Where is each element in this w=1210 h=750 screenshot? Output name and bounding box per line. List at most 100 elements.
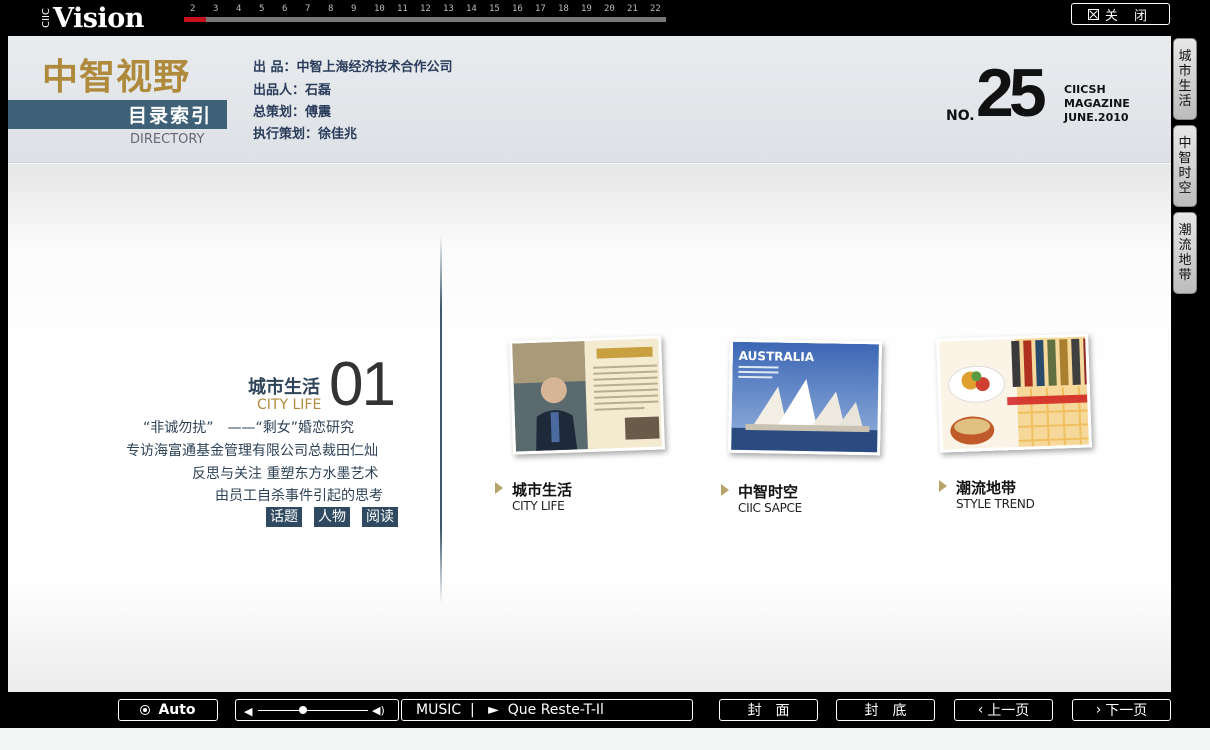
side-tab-city-life[interactable]: 城市生活 bbox=[1173, 38, 1197, 120]
page-number-9[interactable]: 9 bbox=[351, 4, 374, 14]
bottom-strip bbox=[0, 728, 1210, 750]
front-cover-button[interactable]: 封 面 bbox=[719, 699, 818, 721]
logo-ciic: CIIC bbox=[41, 8, 52, 28]
category-city-life[interactable]: 城市生活 CITY LIFE bbox=[495, 479, 595, 519]
vertical-divider bbox=[440, 234, 442, 604]
frame-left bbox=[0, 36, 8, 692]
credit-publisher: 出 品：中智上海经济技术合作公司 bbox=[253, 60, 453, 75]
side-tab-ciic-space[interactable]: 中智时空 bbox=[1173, 125, 1197, 207]
thumb-style-trend[interactable] bbox=[936, 333, 1092, 453]
directory-title-en: DIRECTORY bbox=[130, 132, 205, 147]
chevron-right-icon: › bbox=[1095, 702, 1102, 718]
category-label-en: CITY LIFE bbox=[512, 499, 565, 513]
thumb-style-trend-art bbox=[939, 336, 1092, 453]
thumb-ciic-space-art: AUSTRALIA bbox=[730, 341, 882, 456]
issue-prefix: NO. bbox=[946, 108, 975, 124]
category-label-cn: 城市生活 bbox=[512, 481, 573, 499]
credit-executive-planner: 执行策划：徐佳兆 bbox=[253, 127, 358, 142]
page-number-15[interactable]: 15 bbox=[489, 4, 512, 14]
category-style-trend[interactable]: 潮流地带 STYLE TREND bbox=[939, 477, 1049, 517]
section-title-en: CITY LIFE bbox=[257, 397, 322, 413]
chevron-right-icon bbox=[495, 482, 503, 494]
mag-line-2: MAGAZINE bbox=[1064, 97, 1130, 110]
section-number: 01 bbox=[329, 350, 396, 419]
tag-people[interactable]: 人物 bbox=[314, 507, 350, 527]
category-label-cn: 潮流地带 bbox=[956, 479, 1017, 497]
volume-track[interactable] bbox=[258, 710, 368, 711]
prev-page-label: 上一页 bbox=[987, 703, 1030, 719]
thumb-city-life-art bbox=[512, 338, 665, 455]
volume-slider[interactable]: ◀ ◀) bbox=[235, 699, 399, 721]
music-track-label: MUSIC | ► Que Reste-T-Il bbox=[416, 702, 604, 718]
prev-page-button[interactable]: ‹ 上一页 bbox=[954, 699, 1053, 721]
mag-line-3: JUNE.2010 bbox=[1064, 111, 1129, 124]
category-label-cn: 中智时空 bbox=[738, 483, 799, 501]
thumb-city-life[interactable] bbox=[509, 335, 665, 455]
article-link-2[interactable]: 专访海富通基金管理有限公司总裁田仁灿 bbox=[126, 440, 378, 460]
page-number-12[interactable]: 12 bbox=[420, 4, 443, 14]
page-number-7[interactable]: 7 bbox=[305, 4, 328, 14]
page-number-2[interactable]: 2 bbox=[190, 4, 213, 14]
article-link-3[interactable]: 反思与关注 重塑东方水墨艺术 bbox=[192, 463, 378, 483]
ciic-vision-logo: CIIC Vision bbox=[41, 2, 144, 34]
section-title-cn: 城市生活 bbox=[248, 377, 320, 398]
chevron-right-icon bbox=[939, 480, 947, 492]
tag-topic[interactable]: 话题 bbox=[266, 507, 302, 527]
page-number-3[interactable]: 3 bbox=[213, 4, 236, 14]
close-label: 关 闭 bbox=[1104, 8, 1154, 24]
thumb-australia-label: AUSTRALIA bbox=[739, 349, 815, 364]
article-link-4[interactable]: 由员工自杀事件引起的思考 bbox=[215, 485, 383, 505]
next-page-label: 下一页 bbox=[1105, 703, 1148, 719]
credit-chief-planner: 总策划：傅震 bbox=[253, 105, 332, 120]
page-number-6[interactable]: 6 bbox=[282, 4, 305, 14]
logo-vision: Vision bbox=[53, 2, 144, 34]
brand-title-cn: 中智视野 bbox=[42, 56, 191, 98]
back-cover-label: 封 底 bbox=[864, 703, 907, 719]
page-number-20[interactable]: 20 bbox=[604, 4, 627, 14]
magazine-header: 中智视野 目录索引 DIRECTORY 出 品：中智上海经济技术合作公司 出品人… bbox=[8, 36, 1171, 163]
page-number-11[interactable]: 11 bbox=[397, 4, 420, 14]
article-link-1[interactable]: “非诚勿扰” ——“剩女”婚恋研究 bbox=[143, 417, 354, 437]
page-number-16[interactable]: 16 bbox=[512, 4, 535, 14]
mag-line-1: CIICSH bbox=[1064, 83, 1106, 96]
page-number-22[interactable]: 22 bbox=[650, 4, 673, 14]
close-icon bbox=[1087, 8, 1099, 20]
page-number-4[interactable]: 4 bbox=[236, 4, 259, 14]
side-tab-style-trend[interactable]: 潮流地带 bbox=[1173, 212, 1197, 294]
page-progress-fill bbox=[184, 17, 206, 22]
category-ciic-space[interactable]: 中智时空 CIIC SAPCE bbox=[721, 481, 821, 521]
next-page-button[interactable]: › 下一页 bbox=[1072, 699, 1171, 721]
chevron-right-icon bbox=[721, 484, 729, 496]
page-number-13[interactable]: 13 bbox=[443, 4, 466, 14]
bottom-bar: Auto ◀ ◀) MUSIC | ► Que Reste-T-Il 封 面 封… bbox=[0, 692, 1210, 728]
page-number-18[interactable]: 18 bbox=[558, 4, 581, 14]
page-number-14[interactable]: 14 bbox=[466, 4, 489, 14]
side-tab-label: 潮流地带 bbox=[1178, 223, 1192, 283]
thumb-ciic-space[interactable]: AUSTRALIA bbox=[728, 338, 882, 456]
volume-knob[interactable] bbox=[299, 706, 307, 714]
page-number-list: 2 3 4 5 6 7 8 9 10 11 12 13 14 15 16 17 18 19 20 21 22 bbox=[190, 4, 673, 14]
page-number-19[interactable]: 19 bbox=[581, 4, 604, 14]
volume-low-icon: ◀ bbox=[244, 705, 253, 718]
page-navigator[interactable]: 2 3 4 5 6 7 8 9 10 11 12 13 14 15 16 17 18 19 20 21 22 bbox=[184, 2, 666, 22]
page-number-17[interactable]: 17 bbox=[535, 4, 558, 14]
directory-title: 目录索引 bbox=[128, 105, 213, 127]
tag-reading[interactable]: 阅读 bbox=[362, 507, 398, 527]
page-number-5[interactable]: 5 bbox=[259, 4, 282, 14]
music-player[interactable]: MUSIC | ► Que Reste-T-Il bbox=[401, 699, 693, 721]
issue-number: 25 bbox=[976, 55, 1047, 131]
side-tab-label: 中智时空 bbox=[1178, 136, 1192, 196]
top-bar: CIIC Vision 2 3 4 5 6 7 8 9 10 11 12 13 14 15 16 17 18 19… bbox=[0, 0, 1210, 36]
page-number-8[interactable]: 8 bbox=[328, 4, 351, 14]
close-button[interactable]: 关 闭 bbox=[1071, 3, 1170, 25]
back-cover-button[interactable]: 封 底 bbox=[836, 699, 935, 721]
page-number-21[interactable]: 21 bbox=[627, 4, 650, 14]
auto-play-label: Auto bbox=[158, 702, 196, 718]
chevron-left-icon: ‹ bbox=[977, 702, 984, 718]
category-label-en: STYLE TREND bbox=[956, 497, 1035, 511]
front-cover-label: 封 面 bbox=[747, 703, 790, 719]
auto-play-icon bbox=[140, 705, 151, 715]
auto-play-button[interactable]: Auto bbox=[118, 699, 218, 721]
page-progress-track[interactable] bbox=[184, 17, 666, 22]
page-number-10[interactable]: 10 bbox=[374, 4, 397, 14]
